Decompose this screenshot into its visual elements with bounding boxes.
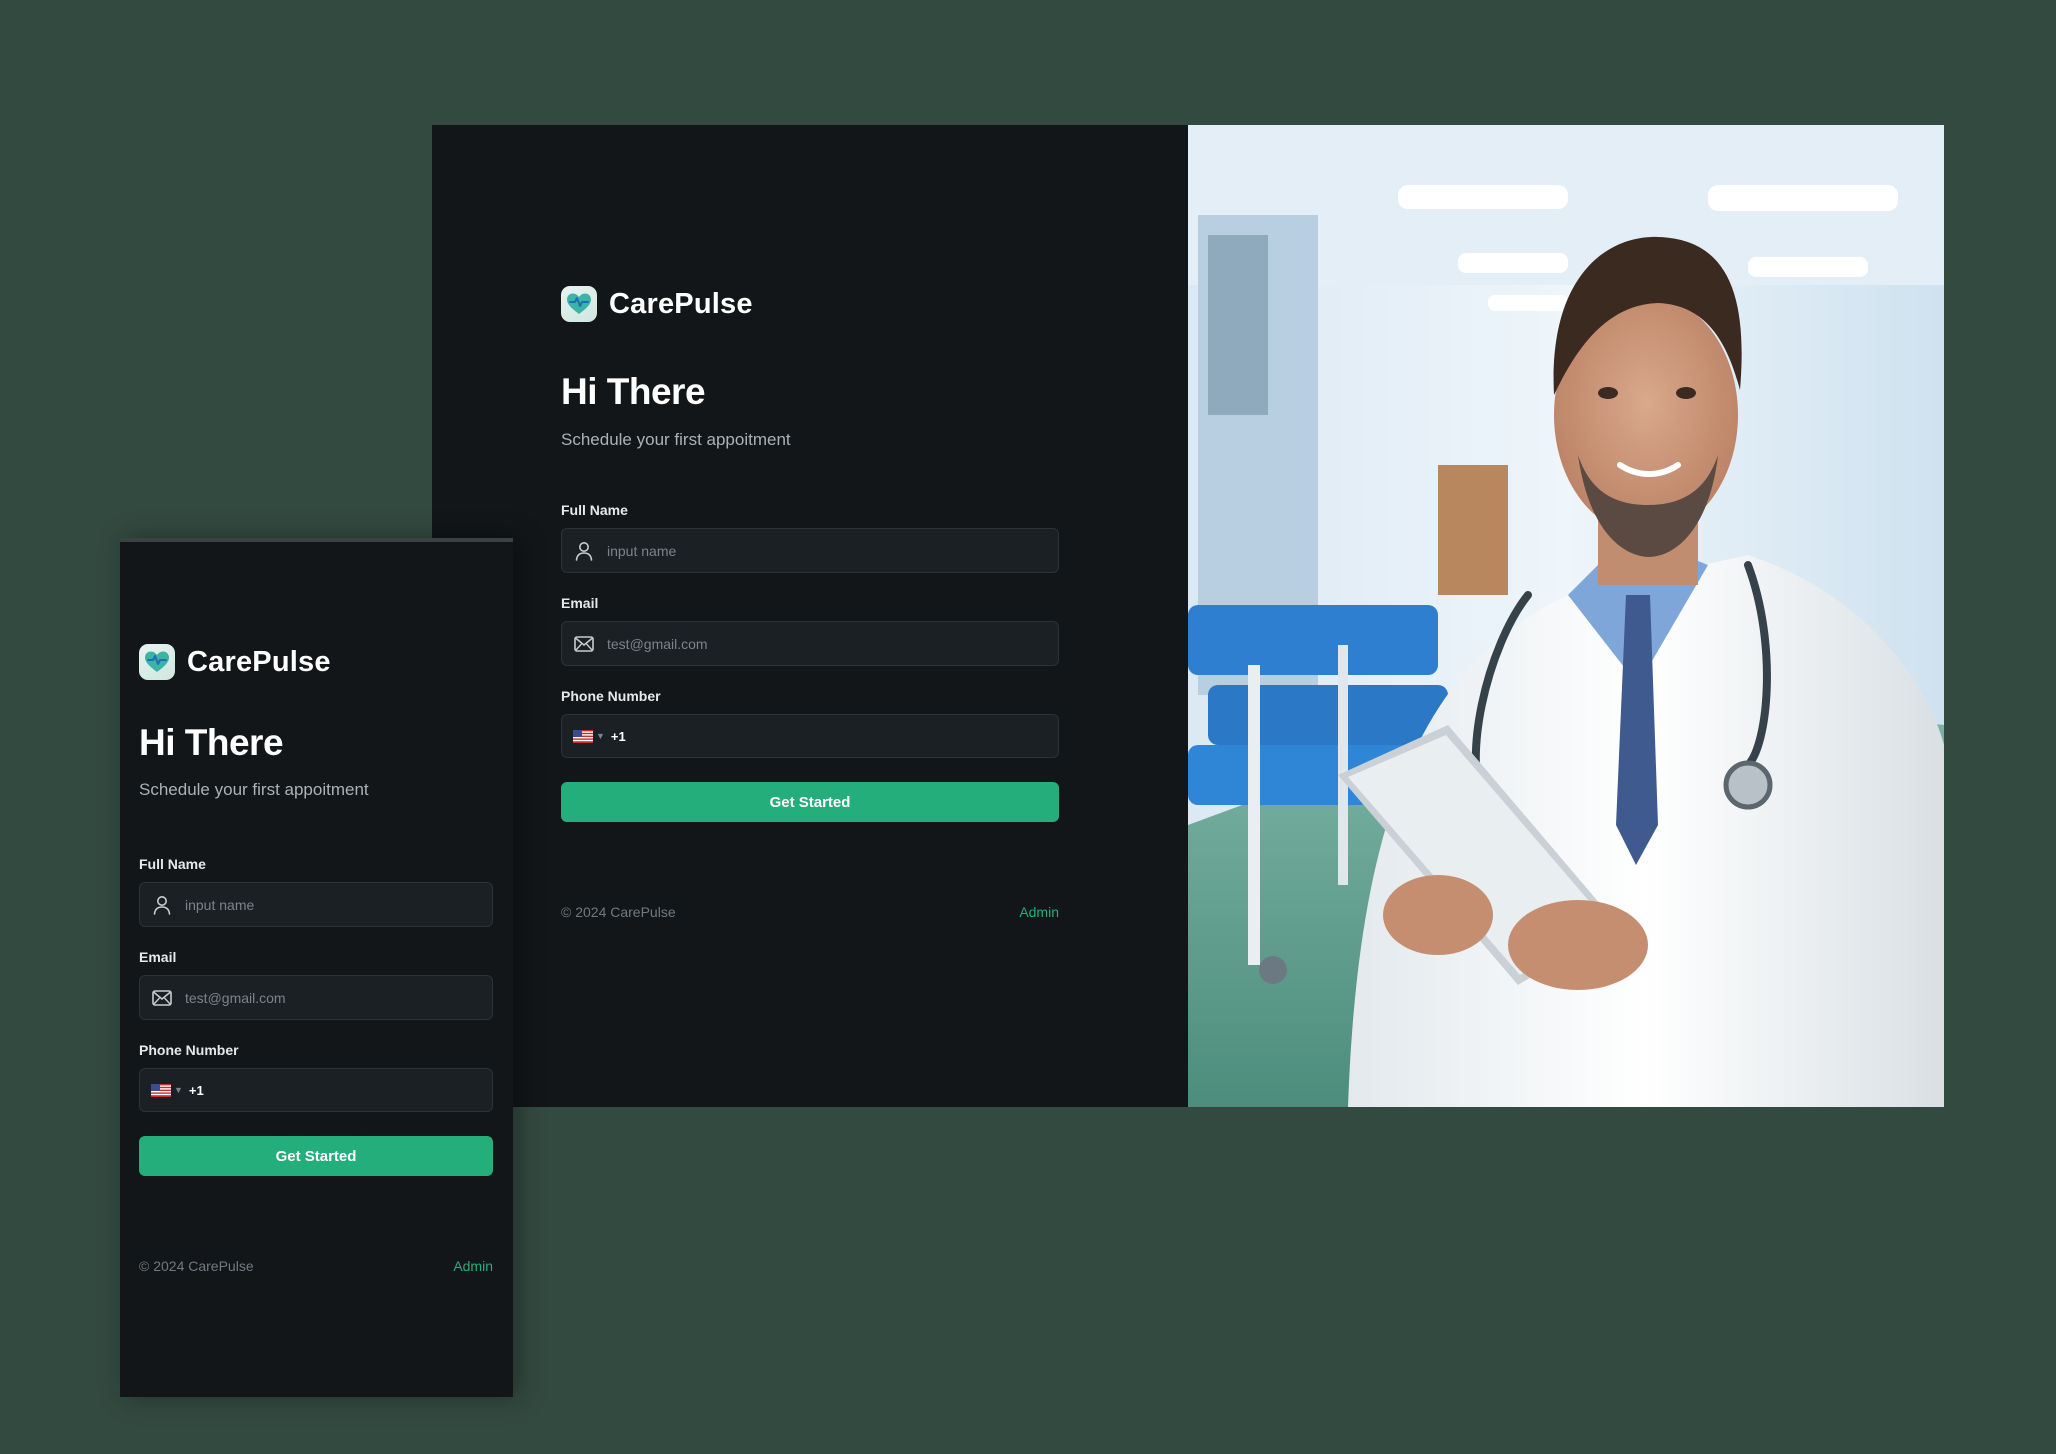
heart-logo-icon	[561, 286, 597, 322]
mail-icon	[151, 987, 173, 1009]
email-placeholder: test@gmail.com	[607, 635, 708, 652]
mobile-email-field[interactable]: test@gmail.com	[139, 975, 493, 1020]
mobile-phone-label: Phone Number	[139, 1042, 239, 1058]
brand-name: CarePulse	[609, 287, 753, 320]
get-started-button[interactable]: Get Started	[561, 782, 1059, 822]
mobile-brand-logo: CarePulse	[139, 644, 493, 680]
footer: © 2024 CarePulse Admin	[561, 904, 1059, 920]
mobile-signup-form: CarePulse Hi There Schedule your first a…	[139, 644, 493, 1274]
chevron-down-icon[interactable]: ▼	[174, 1085, 183, 1095]
mobile-copyright-text: © 2024 CarePulse	[139, 1258, 254, 1274]
mobile-email-placeholder: test@gmail.com	[185, 989, 286, 1006]
mobile-full-name-placeholder: input name	[185, 896, 255, 913]
user-icon	[573, 540, 595, 562]
page-subtitle: Schedule your first appoitment	[561, 430, 791, 449]
full-name-placeholder: input name	[607, 542, 677, 559]
hero-doctor-image	[1188, 125, 1944, 1107]
page-title: Hi There	[561, 371, 706, 412]
mail-icon	[573, 633, 595, 655]
country-code: +1	[610, 728, 626, 744]
brand-logo: CarePulse	[561, 286, 1059, 322]
phone-label: Phone Number	[561, 688, 661, 704]
full-name-input[interactable]: input name	[561, 528, 1059, 573]
mobile-full-name-input[interactable]: input name	[139, 882, 493, 927]
mobile-phone-input[interactable]: ▼ +1	[139, 1068, 493, 1112]
mobile-email-label: Email	[139, 949, 177, 965]
signup-form: CarePulse Hi There Schedule your first a…	[561, 286, 1059, 920]
phone-input[interactable]: ▼ +1	[561, 714, 1059, 758]
phone-group: Phone Number ▼ +1	[561, 688, 1059, 758]
heart-logo-icon	[139, 644, 175, 680]
user-icon	[151, 894, 173, 916]
admin-link[interactable]: Admin	[1019, 904, 1059, 920]
desktop-signup-panel: CarePulse Hi There Schedule your first a…	[432, 125, 1188, 1107]
mobile-footer: © 2024 CarePulse Admin	[139, 1258, 493, 1274]
us-flag-icon[interactable]	[573, 729, 593, 743]
full-name-group: Full Name input name	[561, 502, 1059, 573]
mobile-signup-panel: CarePulse Hi There Schedule your first a…	[120, 538, 513, 1397]
email-field[interactable]: test@gmail.com	[561, 621, 1059, 666]
full-name-label: Full Name	[561, 502, 628, 518]
email-label: Email	[561, 595, 599, 611]
mobile-phone-group: Phone Number ▼ +1	[139, 1042, 493, 1112]
mobile-country-code: +1	[188, 1082, 204, 1098]
mobile-full-name-label: Full Name	[139, 856, 206, 872]
us-flag-icon[interactable]	[151, 1083, 171, 1097]
mobile-admin-link[interactable]: Admin	[453, 1258, 493, 1274]
mobile-full-name-group: Full Name input name	[139, 856, 493, 927]
copyright-text: © 2024 CarePulse	[561, 904, 676, 920]
mobile-brand-name: CarePulse	[187, 645, 331, 678]
mobile-page-title: Hi There	[139, 722, 284, 763]
mobile-email-group: Email test@gmail.com	[139, 949, 493, 1020]
chevron-down-icon[interactable]: ▼	[596, 731, 605, 741]
mobile-page-subtitle: Schedule your first appoitment	[139, 780, 369, 799]
email-group: Email test@gmail.com	[561, 595, 1059, 666]
mobile-get-started-button[interactable]: Get Started	[139, 1136, 493, 1176]
